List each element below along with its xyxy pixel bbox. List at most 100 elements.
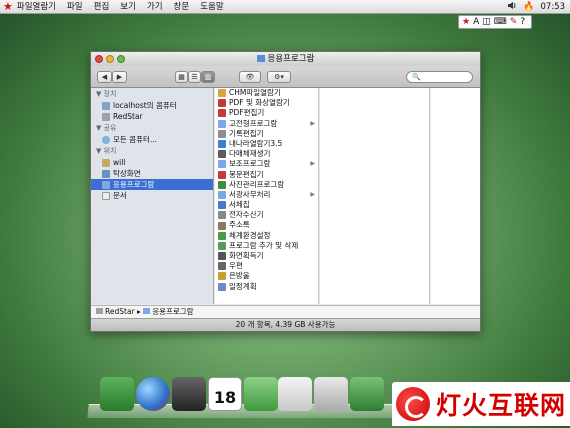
sidebar-header-places[interactable]: ▼ 위치 bbox=[91, 145, 213, 157]
app-list-item[interactable]: 은방울 bbox=[215, 271, 318, 281]
dock-media-player-icon[interactable] bbox=[172, 377, 206, 411]
app-icon bbox=[218, 231, 226, 240]
layout-icon[interactable]: ◫ bbox=[482, 17, 491, 27]
app-list-item[interactable]: 프로그람 추가 및 삭제 bbox=[215, 241, 318, 251]
dock-system-preferences-icon[interactable] bbox=[350, 377, 384, 411]
menu-window[interactable]: 창문 bbox=[174, 0, 190, 14]
app-icon bbox=[218, 180, 226, 189]
forward-button[interactable]: ▶ bbox=[112, 71, 127, 83]
sidebar-item-home[interactable]: will bbox=[91, 157, 213, 168]
app-list-item[interactable]: 전자수산기 bbox=[215, 210, 318, 220]
network-icon bbox=[102, 135, 110, 144]
path-root[interactable]: RedStar bbox=[105, 307, 135, 316]
sidebar-item-applications[interactable]: 응용프로그람 bbox=[91, 179, 213, 190]
app-list-item[interactable]: 화면획득기 bbox=[215, 251, 318, 261]
clock[interactable]: 07:53 bbox=[541, 2, 566, 12]
app-list-item[interactable]: 우편 bbox=[215, 261, 318, 271]
hard-disk-icon bbox=[96, 308, 103, 314]
app-list-item[interactable]: 고전형프로그람 ▶ bbox=[215, 119, 318, 129]
action-gear-icon[interactable]: ⚙▾ bbox=[267, 71, 291, 83]
sidebar-item-desktop[interactable]: 탁상화면 bbox=[91, 168, 213, 179]
back-button[interactable]: ◀ bbox=[97, 71, 112, 83]
dock-address-book-icon[interactable] bbox=[244, 377, 278, 411]
sidebar-header-shared[interactable]: ▼ 공유 bbox=[91, 122, 213, 134]
status-bar: 20 개 항목, 4.39 GB 사용가능 bbox=[91, 318, 480, 331]
app-list-item-label: PDF편집기 bbox=[229, 108, 265, 118]
dock-mail-icon[interactable] bbox=[278, 377, 312, 411]
app-icon bbox=[218, 282, 226, 291]
watermark-overlay: 灯火互联网 bbox=[392, 382, 570, 426]
app-list-item[interactable]: PDF편집기 bbox=[215, 108, 318, 118]
window-titlebar[interactable]: 응용프로그람 bbox=[91, 52, 480, 66]
app-icon bbox=[218, 211, 226, 220]
input-method-tray[interactable]: ★ A ◫ ⌨ ✎ ? bbox=[458, 15, 532, 29]
app-list-item[interactable]: 서체집 bbox=[215, 200, 318, 210]
status-text: 20 개 항목, 4.39 GB 사용가능 bbox=[235, 320, 336, 329]
icon-view-button[interactable]: ▦ bbox=[175, 71, 188, 83]
sidebar-item-all-computers[interactable]: 모든 콤퓨터... bbox=[91, 134, 213, 145]
menu-go[interactable]: 가기 bbox=[147, 0, 163, 14]
app-list-item-label: 고전형프로그람 bbox=[229, 118, 278, 128]
app-list-item[interactable]: 기록편집기 bbox=[215, 129, 318, 139]
watermark-text: 灯火互联网 bbox=[436, 391, 567, 420]
sidebar-header-devices[interactable]: ▼ 장치 bbox=[91, 88, 213, 100]
app-list-item[interactable]: 서광사무처리 ▶ bbox=[215, 190, 318, 200]
quick-look-eye-icon[interactable]: 👁 bbox=[239, 71, 261, 83]
app-list-item-label: 전자수산기 bbox=[229, 210, 264, 220]
app-icon bbox=[218, 221, 226, 230]
close-button[interactable] bbox=[95, 55, 103, 63]
dock-finder-icon[interactable] bbox=[100, 377, 134, 411]
sidebar-item-localhost[interactable]: localhost의 콤퓨터 bbox=[91, 100, 213, 111]
red-star-icon: ★ bbox=[462, 17, 471, 27]
sidebar-item-redstar[interactable]: RedStar bbox=[91, 111, 213, 122]
app-icon bbox=[218, 89, 226, 98]
input-mode-glyph[interactable]: A bbox=[473, 17, 479, 27]
menu-file[interactable]: 파일 bbox=[67, 0, 83, 14]
app-list-item[interactable]: 보조프로그람 ▶ bbox=[215, 159, 318, 169]
volume-icon[interactable] bbox=[507, 1, 517, 13]
app-list-item[interactable]: 일정계획 bbox=[215, 282, 318, 292]
app-list-item[interactable]: 체계환경설정 bbox=[215, 231, 318, 241]
dock-calculator-icon[interactable] bbox=[314, 377, 348, 411]
menu-file-browser[interactable]: 파일열람기 bbox=[17, 0, 56, 14]
path-bar: RedStar ▸ 응용프로그람 bbox=[91, 305, 480, 318]
app-icon bbox=[218, 129, 226, 138]
documents-icon bbox=[102, 191, 110, 200]
app-icon bbox=[218, 170, 226, 179]
app-list-item[interactable]: CHM파일열람기 bbox=[215, 88, 318, 98]
app-icon bbox=[218, 201, 226, 210]
app-list-item[interactable]: 내나라열람기3.5 bbox=[215, 139, 318, 149]
app-icon bbox=[218, 241, 226, 250]
menu-view[interactable]: 보기 bbox=[120, 0, 136, 14]
app-list-item[interactable]: 주소록 bbox=[215, 220, 318, 230]
settings-icon[interactable]: ✎ bbox=[510, 17, 518, 27]
app-list-item-label: 서체집 bbox=[229, 200, 250, 210]
app-list-item[interactable]: 사진관리프로그람 bbox=[215, 180, 318, 190]
power-icon[interactable]: 🔥 bbox=[523, 2, 534, 12]
app-list-item[interactable]: 봉문편집기 bbox=[215, 170, 318, 180]
folder-icon bbox=[218, 190, 226, 199]
menu-edit[interactable]: 편집 bbox=[94, 0, 110, 14]
app-list-item[interactable]: 다매체재생기 bbox=[215, 149, 318, 159]
app-list-item[interactable]: PDF 및 화상열람기 bbox=[215, 98, 318, 108]
minimize-button[interactable] bbox=[106, 55, 114, 63]
app-list-item-label: 서광사무처리 bbox=[229, 189, 271, 199]
menu-help[interactable]: 도움말 bbox=[200, 0, 223, 14]
dock-calendar-icon[interactable]: 18 bbox=[208, 377, 242, 411]
keyboard-icon[interactable]: ⌨ bbox=[494, 17, 507, 27]
path-current[interactable]: 응용프로그람 bbox=[152, 307, 193, 316]
app-list-item-label: 일정계획 bbox=[229, 281, 257, 291]
red-star-menu-icon[interactable]: ★ bbox=[3, 0, 13, 14]
sidebar-item-documents[interactable]: 문서 bbox=[91, 190, 213, 201]
list-view-button[interactable]: ☰ bbox=[188, 71, 201, 83]
app-list-item-label: 화면획득기 bbox=[229, 251, 264, 260]
disclosure-arrow-icon: ▶ bbox=[310, 119, 315, 127]
search-input[interactable]: 🔍 bbox=[406, 71, 473, 83]
dock-browser-globe-icon[interactable] bbox=[136, 377, 170, 411]
app-list-item-label: CHM파일열람기 bbox=[229, 88, 281, 97]
column-view-button[interactable]: ▥ bbox=[201, 71, 215, 83]
help-icon[interactable]: ? bbox=[520, 17, 525, 27]
disclosure-arrow-icon: ▶ bbox=[310, 160, 315, 168]
zoom-button[interactable] bbox=[117, 55, 125, 63]
column-preview bbox=[431, 88, 480, 304]
